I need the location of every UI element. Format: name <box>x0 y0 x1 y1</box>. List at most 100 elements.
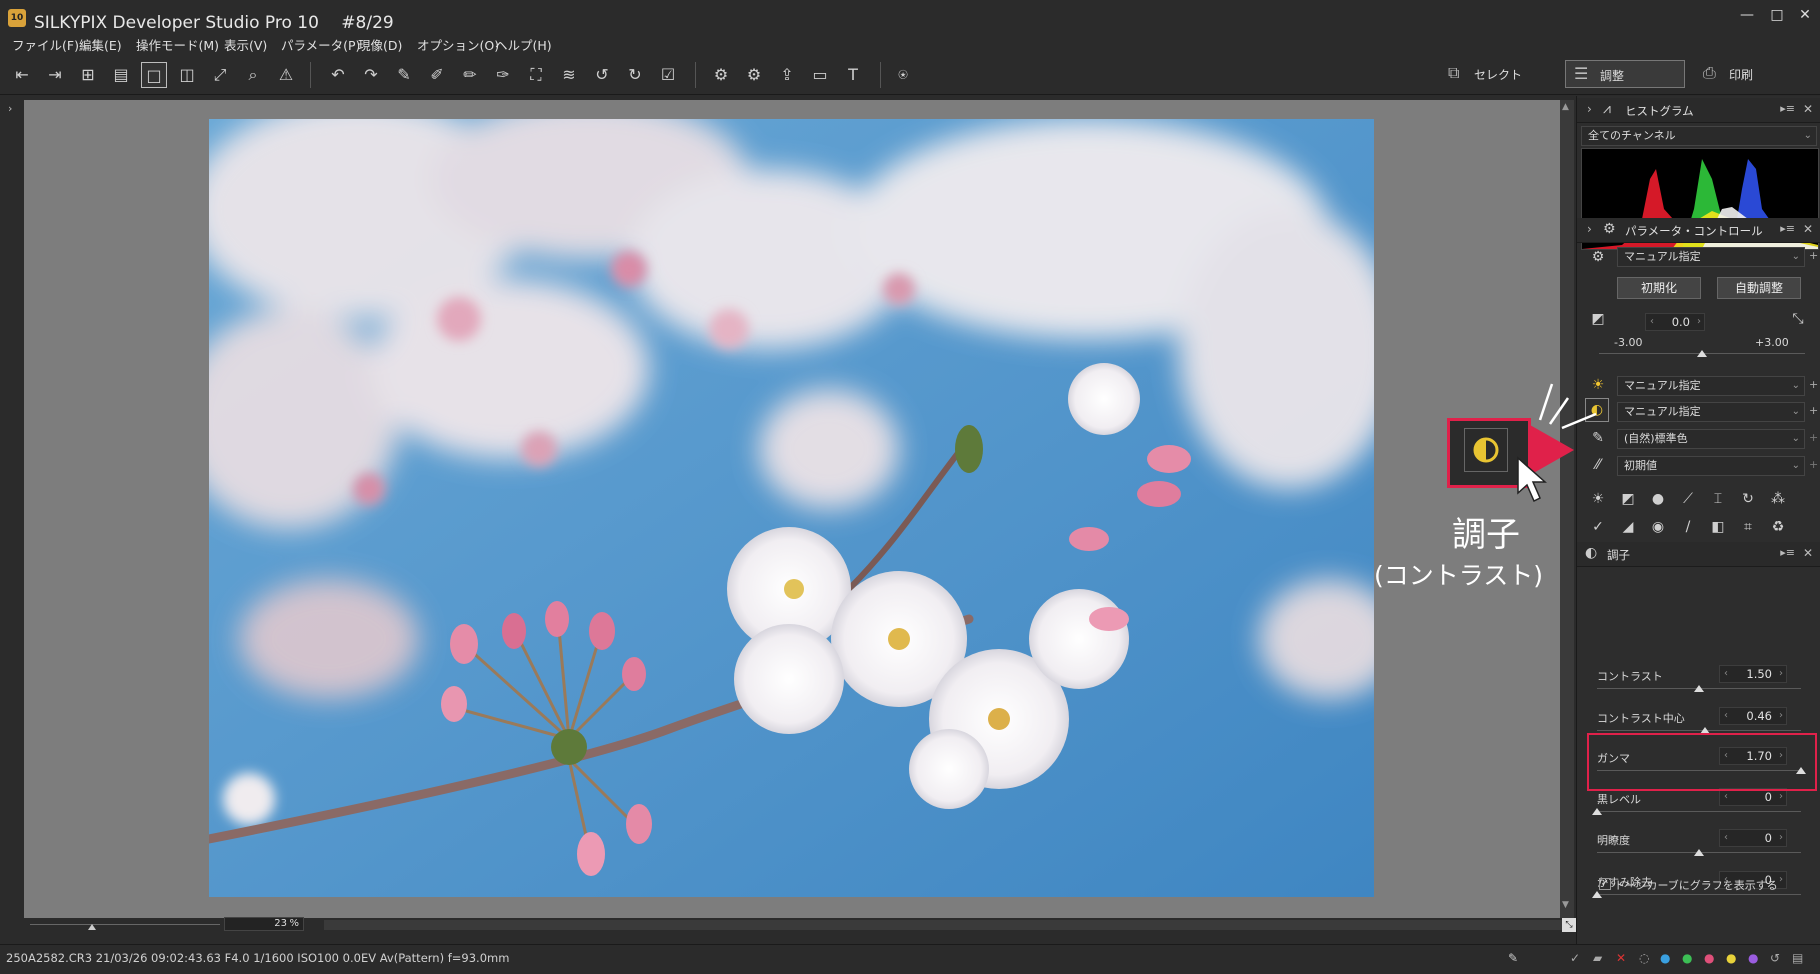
prev-image-icon[interactable]: ⇤ <box>9 62 35 88</box>
slider-value-field[interactable]: ‹ 0 › <box>1719 829 1787 847</box>
color-tool-icon[interactable]: ⟋ <box>1677 488 1699 510</box>
sharpness-icon[interactable]: ⁄⁄ <box>1587 454 1609 476</box>
decrement-icon[interactable]: ‹ <box>1650 314 1654 330</box>
histogram-channel-select[interactable]: 全てのチャンネル ⌄ <box>1581 126 1817 146</box>
add-icon[interactable]: + <box>1809 249 1818 262</box>
tone-select[interactable]: マニュアル指定 ⌄ <box>1617 402 1805 422</box>
settings-icon[interactable]: ▤ <box>1792 951 1803 965</box>
sharpness-select[interactable]: 初期値 ⌄ <box>1617 456 1805 476</box>
vertical-scrollbar[interactable]: ▲ ▼ <box>1560 100 1574 918</box>
collapse-arrow-icon[interactable]: › <box>1587 102 1592 116</box>
eraser-icon[interactable]: ◧ <box>1707 516 1729 538</box>
color-select[interactable]: (自然)標準色 ⌄ <box>1617 429 1805 449</box>
rotate-icon[interactable]: ↺ <box>1770 951 1780 965</box>
paste-icon[interactable]: ✏ <box>457 62 483 88</box>
pen-icon[interactable]: / <box>1677 516 1699 538</box>
crop-icon[interactable]: ⛶ <box>523 62 549 88</box>
monitor-icon[interactable]: ▭ <box>807 62 833 88</box>
add-icon[interactable]: + <box>1809 458 1818 471</box>
zoom-field[interactable]: 23 % <box>224 917 304 931</box>
mode-adjust-tab[interactable]: ☰ 調整 <box>1565 60 1685 88</box>
add-icon[interactable]: + <box>1809 431 1818 444</box>
parameter-control-header[interactable]: › ⚙ パラメータ・コントロール ▸≡ ✕ <box>1577 218 1820 243</box>
scroll-down-icon[interactable]: ▼ <box>1562 900 1569 910</box>
decrement-icon[interactable]: ‹ <box>1724 708 1728 724</box>
menu-edit[interactable]: 編集(E) <box>79 35 122 54</box>
navigator-icon[interactable]: ⤡ <box>1562 918 1576 932</box>
batch-icon[interactable]: ⚙ <box>741 62 767 88</box>
label-none-icon[interactable]: ◌ <box>1639 951 1649 965</box>
folder-icon[interactable]: ▰ <box>1593 951 1602 965</box>
auto-adjust-button[interactable]: 自動調整 <box>1717 277 1801 299</box>
slider-thumb[interactable] <box>1592 808 1602 815</box>
panel-close-icon[interactable]: ✕ <box>1803 222 1813 236</box>
zoom-icon[interactable]: ⌕ <box>240 62 266 88</box>
tone-panel-header[interactable]: ◐ 調子 ▸≡ ✕ <box>1577 542 1820 567</box>
loupe-icon[interactable]: ⍟ <box>890 62 916 88</box>
compare-view-icon[interactable]: ◫ <box>174 62 200 88</box>
decrement-icon[interactable]: ‹ <box>1724 789 1728 805</box>
increment-icon[interactable]: › <box>1779 708 1783 724</box>
panel-close-icon[interactable]: ✕ <box>1803 102 1813 116</box>
rotate-left-icon[interactable]: ↺ <box>589 62 615 88</box>
gradient-icon[interactable]: ◢ <box>1617 516 1639 538</box>
maximize-button[interactable]: □ <box>1765 4 1789 26</box>
menu-operation-mode[interactable]: 操作モード(M) <box>136 35 219 54</box>
slider-thumb[interactable] <box>1592 891 1602 898</box>
zoom-track[interactable] <box>30 924 220 925</box>
menu-view[interactable]: 表示(V) <box>224 35 267 54</box>
panel-close-icon[interactable]: ✕ <box>1803 546 1813 560</box>
next-image-icon[interactable]: ⇥ <box>42 62 68 88</box>
saturation-icon[interactable]: ● <box>1647 488 1669 510</box>
fit-screen-icon[interactable]: ⤢ <box>207 62 233 88</box>
develop-icon[interactable]: ⚙ <box>708 62 734 88</box>
rotate-tool-icon[interactable]: ↻ <box>1737 488 1759 510</box>
redo-icon[interactable]: ↷ <box>358 62 384 88</box>
slider-track[interactable] <box>1597 811 1801 812</box>
add-icon[interactable]: + <box>1809 404 1818 417</box>
edit-icon[interactable]: ✎ <box>1508 951 1518 965</box>
slider-track[interactable] <box>1597 730 1801 731</box>
panel-menu-icon[interactable]: ▸≡ <box>1780 546 1795 559</box>
wb-tool-icon[interactable]: ☀ <box>1587 488 1609 510</box>
photo-preview[interactable] <box>209 119 1374 897</box>
scroll-up-icon[interactable]: ▲ <box>1562 102 1569 112</box>
expand-left-icon[interactable]: › <box>8 102 12 115</box>
add-icon[interactable]: + <box>1809 378 1818 391</box>
reset-button[interactable]: 初期化 <box>1617 277 1701 299</box>
label-pink-icon[interactable]: ● <box>1704 951 1714 965</box>
tone-curve-checkbox[interactable]: ✓ <box>1599 878 1611 890</box>
close-button[interactable]: ✕ <box>1793 4 1817 26</box>
exposure-value-field[interactable]: ‹ 0.0 › <box>1645 313 1705 331</box>
menu-file[interactable]: ファイル(F) <box>12 35 79 54</box>
minimize-button[interactable]: — <box>1735 4 1759 26</box>
parameter-preset-select[interactable]: マニュアル指定 ⌄ <box>1617 247 1805 267</box>
eyedropper-icon[interactable]: ✎ <box>391 62 417 88</box>
level-icon[interactable]: ⌶ <box>1707 488 1729 510</box>
decrement-icon[interactable]: ‹ <box>1724 830 1728 846</box>
single-view-icon[interactable]: □ <box>141 62 167 88</box>
increment-icon[interactable]: › <box>1779 666 1783 682</box>
rotate-right-icon[interactable]: ↻ <box>622 62 648 88</box>
slider-value-field[interactable]: ‹ 0.46 › <box>1719 707 1787 725</box>
menu-help[interactable]: ヘルプ(H) <box>495 35 552 54</box>
color-dropper-icon[interactable]: ✎ <box>1587 427 1609 449</box>
brush-icon[interactable]: ✓ <box>1587 516 1609 538</box>
label-purple-icon[interactable]: ● <box>1748 951 1758 965</box>
check-mark-icon[interactable]: ✓ <box>1570 951 1580 965</box>
slider-value-field[interactable]: ‹ 1.50 › <box>1719 665 1787 683</box>
slider-track[interactable] <box>1597 894 1801 895</box>
mode-print-tab[interactable]: ⎙ 印刷 <box>1695 60 1805 88</box>
clear-icon[interactable]: ✑ <box>490 62 516 88</box>
undo-icon[interactable]: ↶ <box>325 62 351 88</box>
crop-tool-icon[interactable]: ⌗ <box>1737 516 1759 538</box>
increment-icon[interactable]: › <box>1697 314 1701 330</box>
white-balance-select[interactable]: マニュアル指定 ⌄ <box>1617 376 1805 396</box>
mode-select-tab[interactable]: ⧉ セレクト <box>1440 60 1540 88</box>
thumbnail-strip-icon[interactable]: ▤ <box>108 62 134 88</box>
menu-develop[interactable]: 現像(D) <box>358 35 402 54</box>
label-green-icon[interactable]: ● <box>1682 951 1692 965</box>
exposure-thumb[interactable] <box>1697 350 1707 357</box>
reject-icon[interactable]: ✕ <box>1616 951 1626 965</box>
thumbnail-grid-icon[interactable]: ⊞ <box>75 62 101 88</box>
